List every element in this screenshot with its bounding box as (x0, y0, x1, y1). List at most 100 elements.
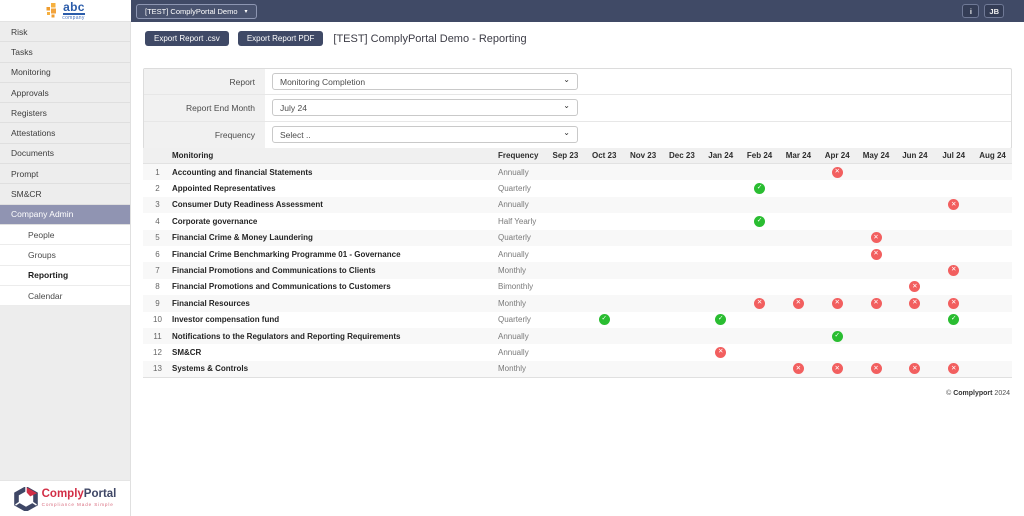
column-month-apr-24: Apr 24 (824, 151, 850, 160)
table-row[interactable]: 1 Accounting and financial Statements Annu… (143, 164, 1012, 181)
status-pass-icon[interactable]: ✓ (715, 314, 727, 326)
portal-logo-portal: Portal (83, 488, 117, 501)
monitoring-report-table: Monitoring Frequency Sep 23 Oct 23 Nov 23 D… (143, 148, 1012, 379)
table-row[interactable]: 5 Financial Crime & Money Laundering Quart… (143, 229, 1012, 246)
status-fail-icon[interactable]: ✕ (792, 297, 804, 309)
filters-panel: Report Monitoring Completion ⌄ Report End M… (143, 68, 1012, 149)
month-cell: ✕ (934, 265, 973, 277)
column-month-dec-23: Dec 23 (669, 151, 695, 160)
table-row[interactable]: 11 Notifications to the Regulators and Re… (143, 327, 1012, 345)
status-fail-icon[interactable]: ✕ (870, 232, 882, 244)
row-number: 10 (153, 315, 162, 325)
company-logo-text: abc (63, 0, 85, 15)
monitoring-name: Corporate governance (172, 216, 258, 226)
status-pass-icon[interactable]: ✓ (831, 330, 843, 342)
row-number: 4 (155, 216, 160, 226)
company-selector-dropdown[interactable]: [TEST] ComplyPortal Demo ▾ (136, 3, 257, 19)
status-fail-icon[interactable]: ✕ (948, 363, 960, 375)
column-month-jul-24: Jul 24 (942, 151, 966, 160)
sidebar-item-company-admin[interactable]: Company Admin (0, 204, 130, 225)
status-fail-icon[interactable]: ✕ (909, 281, 921, 293)
table-row[interactable]: 13 Systems & Controls Monthly ✕ ✕ ✕ ✕ ✕ (143, 360, 1012, 378)
month-cell: ✓ (818, 330, 857, 342)
status-fail-icon[interactable]: ✕ (948, 265, 960, 277)
table-row[interactable]: 3 Consumer Duty Readiness Assessment Annua… (143, 196, 1012, 214)
status-fail-icon[interactable]: ✕ (831, 166, 843, 178)
month-cell: ✕ (857, 297, 896, 309)
select-report[interactable]: Monitoring Completion ⌄ (272, 73, 578, 91)
monitoring-name: Financial Promotions and Communications … (172, 266, 376, 276)
frequency-value: Monthly (498, 364, 527, 374)
status-fail-icon[interactable]: ✕ (870, 248, 882, 260)
monitoring-name: Investor compensation fund (172, 315, 280, 325)
column-month-aug-24: Aug 24 (979, 151, 1006, 160)
filter-row-report-end-month: Report End Month July 24 ⌄ (144, 95, 1011, 122)
table-row[interactable]: 12 SM&CR Annually ✕ (143, 344, 1012, 361)
frequency-value: Quarterly (498, 315, 531, 325)
status-fail-icon[interactable]: ✕ (792, 363, 804, 375)
sidebar-item-people[interactable]: People (0, 224, 130, 246)
month-cell: ✕ (818, 363, 857, 375)
month-cell: ✕ (857, 232, 896, 244)
status-fail-icon[interactable]: ✕ (831, 297, 843, 309)
status-fail-icon[interactable]: ✕ (909, 363, 921, 375)
status-pass-icon[interactable]: ✓ (598, 314, 610, 326)
row-number: 1 (155, 167, 160, 177)
monitoring-name: Financial Crime Benchmarking Programme 0… (172, 249, 401, 259)
monitoring-name: Financial Crime & Money Laundering (172, 233, 313, 243)
portal-logo-comply: Comply (41, 488, 84, 501)
row-number: 13 (153, 364, 162, 374)
status-pass-icon[interactable]: ✓ (948, 314, 960, 326)
row-number: 12 (153, 347, 162, 357)
select-value: Select .. (280, 129, 311, 140)
sidebar-item-approvals[interactable]: Approvals (0, 82, 130, 104)
company-logo-subtext: company (62, 14, 85, 21)
status-pass-icon[interactable]: ✓ (754, 183, 766, 195)
sidebar-item-risk[interactable]: Risk (0, 22, 130, 43)
sidebar-item-tasks[interactable]: Tasks (0, 42, 130, 63)
status-fail-icon[interactable]: ✕ (948, 297, 960, 309)
table-row[interactable]: 10 Investor compensation fund Quarterly ✓ ✓ ✓ (143, 311, 1012, 328)
sidebar-item-registers[interactable]: Registers (0, 103, 130, 124)
month-cell: ✕ (818, 297, 857, 309)
month-cell: ✕ (701, 346, 740, 358)
monitoring-name: SM&CR (172, 347, 202, 357)
sidebar-item-documents[interactable]: Documents (0, 143, 130, 165)
export-csv-button[interactable]: Export Report .csv (145, 31, 229, 46)
sidebar-item-reporting[interactable]: Reporting (0, 265, 130, 286)
sidebar-item-sm-cr[interactable]: SM&CR (0, 184, 130, 205)
sidebar-item-groups[interactable]: Groups (0, 245, 130, 266)
status-fail-icon[interactable]: ✕ (909, 297, 921, 309)
filter-field: Select .. ⌄ (265, 122, 1011, 148)
export-pdf-button[interactable]: Export Report PDF (237, 31, 324, 46)
status-fail-icon[interactable]: ✕ (948, 199, 960, 211)
table-row[interactable]: 2 Appointed Representatives Quarterly ✓ (143, 180, 1012, 197)
chevron-down-icon: ⌄ (563, 128, 570, 138)
column-month-oct-23: Oct 23 (592, 151, 617, 160)
select-frequency[interactable]: Select .. ⌄ (272, 126, 578, 144)
month-cell: ✕ (740, 297, 779, 309)
table-row[interactable]: 9 Financial Resources Monthly ✕ ✕ ✕ ✕ ✕ ✕ (143, 295, 1012, 312)
month-cell: ✕ (934, 363, 973, 375)
table-row[interactable]: 4 Corporate governance Half Yearly ✓ (143, 213, 1012, 230)
status-fail-icon[interactable]: ✕ (870, 363, 882, 375)
sidebar-item-attestations[interactable]: Attestations (0, 123, 130, 144)
table-row[interactable]: 7 Financial Promotions and Communications… (143, 262, 1012, 279)
table-row[interactable]: 8 Financial Promotions and Communications… (143, 278, 1012, 296)
status-pass-icon[interactable]: ✓ (754, 215, 766, 227)
sidebar-item-monitoring[interactable]: Monitoring (0, 62, 130, 83)
row-number: 3 (155, 200, 160, 210)
month-cell: ✓ (740, 183, 779, 195)
monitoring-name: Financial Resources (172, 298, 250, 308)
status-fail-icon[interactable]: ✕ (870, 297, 882, 309)
sidebar-item-calendar[interactable]: Calendar (0, 285, 130, 307)
info-button[interactable]: i (962, 4, 980, 18)
select-report-end-month[interactable]: July 24 ⌄ (272, 99, 578, 117)
sidebar-item-prompt[interactable]: Prompt (0, 164, 130, 185)
status-fail-icon[interactable]: ✕ (831, 363, 843, 375)
chevron-down-icon: ⌄ (563, 75, 570, 85)
status-fail-icon[interactable]: ✕ (754, 297, 766, 309)
table-row[interactable]: 6 Financial Crime Benchmarking Programme … (143, 245, 1012, 263)
user-initials-button[interactable]: JB (984, 4, 1004, 18)
status-fail-icon[interactable]: ✕ (715, 346, 727, 358)
